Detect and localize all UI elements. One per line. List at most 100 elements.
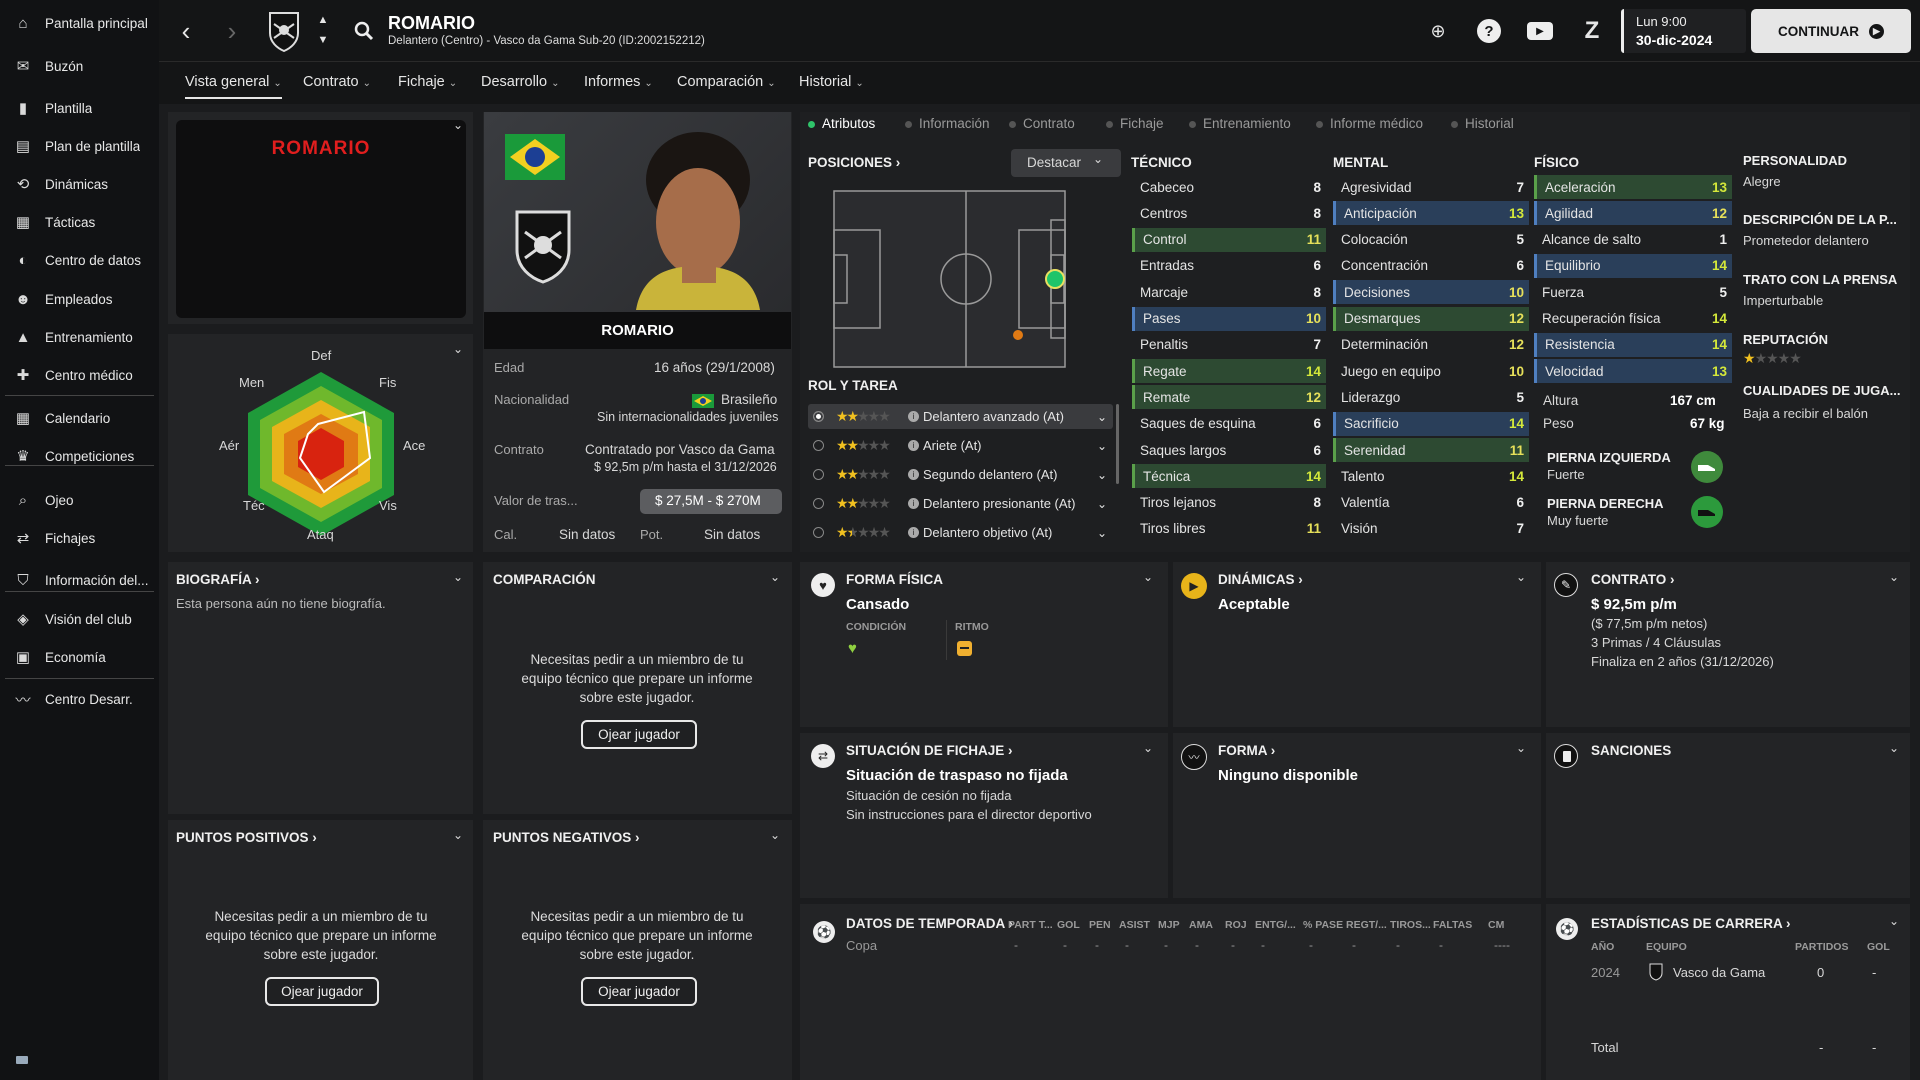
season-stats-title[interactable]: DATOS DE TEMPORADA › xyxy=(846,916,1013,931)
role-row-2[interactable]: ★★★★★ i Segundo delantero (At) ⌄ xyxy=(808,462,1113,487)
role-radio-icon[interactable] xyxy=(813,411,824,422)
info-tab-0[interactable]: Atributos xyxy=(808,116,875,131)
negatives-title[interactable]: PUNTOS NEGATIVOS › xyxy=(493,830,640,845)
role-row-3[interactable]: ★★★★★ i Delantero presionante (At) ⌄ xyxy=(808,491,1113,516)
role-row-0[interactable]: ★★★★★ i Delantero avanzado (At) ⌄ xyxy=(808,404,1113,429)
sidebar-item-14[interactable]: ⛉ Información del... xyxy=(0,561,159,599)
info-tab-2[interactable]: Contrato xyxy=(1009,116,1075,131)
sidebar-item-12[interactable]: ⌕ Ojeo xyxy=(0,481,159,519)
sidebar-item-6[interactable]: ◐ Centro de datos xyxy=(0,241,159,279)
biography-title[interactable]: BIOGRAFÍA › xyxy=(176,572,260,587)
info-tab-4[interactable]: Entrenamiento xyxy=(1189,116,1291,131)
dynamics-title[interactable]: DINÁMICAS › xyxy=(1218,572,1303,587)
role-chevron-icon[interactable]: ⌄ xyxy=(1097,497,1107,511)
comparison-scout-button[interactable]: Ojear jugador xyxy=(581,720,697,749)
world-icon[interactable]: ⊕ xyxy=(1427,20,1449,42)
form-chevron-icon[interactable]: ⌄ xyxy=(1516,741,1526,755)
sanctions-chevron-icon[interactable]: ⌄ xyxy=(1889,741,1899,755)
technical-attr-name: Marcaje xyxy=(1140,284,1189,300)
sidebar-item-17[interactable]: 〰 Centro Desarr. xyxy=(0,680,159,718)
tab-6[interactable]: Historial ⌄ xyxy=(799,74,864,90)
dynamics-chevron-icon[interactable]: ⌄ xyxy=(1516,570,1526,584)
roles-scrollbar[interactable] xyxy=(1116,404,1119,484)
sidebar-item-0[interactable]: ⌂ Pantalla principal xyxy=(0,4,159,42)
career-chevron-icon[interactable]: ⌄ xyxy=(1889,914,1899,928)
sidebar-item-8[interactable]: ▲ Entrenamiento xyxy=(0,318,159,356)
transfer-status-chevron-icon[interactable]: ⌄ xyxy=(1143,741,1153,755)
kit-dropdown-chevron-icon[interactable]: ⌄ xyxy=(453,118,463,132)
back-icon[interactable]: ‹ xyxy=(171,16,201,46)
player-traits-title: CUALIDADES DE JUGA... xyxy=(1743,383,1901,398)
negatives-scout-button[interactable]: Ojear jugador xyxy=(581,977,697,1006)
mental-attr-5: Desmarques 12 xyxy=(1333,306,1529,331)
role-radio-icon[interactable] xyxy=(813,527,824,538)
footer-icon[interactable] xyxy=(16,1056,28,1064)
pitch-diagram[interactable] xyxy=(833,190,1066,368)
contract-title[interactable]: CONTRATO › xyxy=(1591,572,1675,587)
transfer-status-title[interactable]: SITUACIÓN DE FICHAJE › xyxy=(846,743,1013,758)
tab-5[interactable]: Comparación ⌄ xyxy=(677,74,776,90)
role-chevron-icon[interactable]: ⌄ xyxy=(1097,410,1107,424)
positives-title[interactable]: PUNTOS POSITIVOS › xyxy=(176,830,317,845)
tab-3[interactable]: Desarrollo ⌄ xyxy=(481,74,559,90)
help-icon[interactable]: ? xyxy=(1477,19,1501,43)
negatives-chevron-icon[interactable]: ⌄ xyxy=(770,828,780,842)
role-radio-icon[interactable] xyxy=(813,440,824,451)
contract-chevron-icon[interactable]: ⌄ xyxy=(1889,570,1899,584)
tab-0[interactable]: Vista general ⌄ xyxy=(185,74,282,99)
info-tab-6[interactable]: Historial xyxy=(1451,116,1514,131)
info-tab-1[interactable]: Información xyxy=(905,116,990,131)
info-icon[interactable]: i xyxy=(908,469,919,480)
info-tab-3[interactable]: Fichaje xyxy=(1106,116,1164,131)
physical-attr-0: Aceleración 13 xyxy=(1534,175,1732,199)
sidebar-item-label: Ojeo xyxy=(45,492,74,508)
role-row-4[interactable]: ★★★★★ i Delantero objetivo (At) ⌄ xyxy=(808,520,1113,545)
sidebar-item-4[interactable]: ⟲ Dinámicas xyxy=(0,165,159,203)
positions-title[interactable]: POSICIONES › xyxy=(808,155,900,170)
role-chevron-icon[interactable]: ⌄ xyxy=(1097,468,1107,482)
sidebar-item-13[interactable]: ⇄ Fichajes xyxy=(0,519,159,557)
sidebar-item-3[interactable]: ▤ Plan de plantilla xyxy=(0,127,159,165)
info-icon[interactable]: i xyxy=(908,411,919,422)
info-icon[interactable]: i xyxy=(908,527,919,538)
forward-icon[interactable]: › xyxy=(217,16,247,46)
biography-chevron-icon[interactable]: ⌄ xyxy=(453,570,463,584)
continue-button[interactable]: CONTINUAR ▶ xyxy=(1751,9,1911,53)
z-icon[interactable]: Z xyxy=(1580,17,1604,44)
comparison-chevron-icon[interactable]: ⌄ xyxy=(770,570,780,584)
info-tab-5[interactable]: Informe médico xyxy=(1316,116,1423,131)
sidebar-item-5[interactable]: ▦ Tácticas xyxy=(0,203,159,241)
video-icon[interactable]: ▶ xyxy=(1527,22,1553,40)
fitness-chevron-icon[interactable]: ⌄ xyxy=(1143,570,1153,584)
sidebar-item-16[interactable]: ▣ Economía xyxy=(0,638,159,676)
info-icon[interactable]: i xyxy=(908,440,919,451)
role-chevron-icon[interactable]: ⌄ xyxy=(1097,439,1107,453)
career-row-team[interactable]: Vasco da Gama xyxy=(1673,965,1765,980)
card-icon xyxy=(1554,744,1578,768)
form-title[interactable]: FORMA › xyxy=(1218,743,1275,758)
role-radio-icon[interactable] xyxy=(813,469,824,480)
sidebar-item-15[interactable]: ◈ Visión del club xyxy=(0,600,159,638)
search-icon[interactable] xyxy=(353,20,375,42)
positives-scout-button[interactable]: Ojear jugador xyxy=(265,977,379,1006)
positives-chevron-icon[interactable]: ⌄ xyxy=(453,828,463,842)
role-chevron-icon[interactable]: ⌄ xyxy=(1097,526,1107,540)
club-crest-icon[interactable] xyxy=(267,10,301,52)
tab-1[interactable]: Contrato ⌄ xyxy=(303,74,371,90)
career-stats-title[interactable]: ESTADÍSTICAS DE CARRERA › xyxy=(1591,916,1791,931)
chevron-up-icon[interactable]: ▲ xyxy=(315,12,331,28)
sidebar-item-1[interactable]: ✉ Buzón xyxy=(0,47,159,85)
sidebar-item-10[interactable]: ▦ Calendario xyxy=(0,399,159,437)
tab-2[interactable]: Fichaje ⌄ xyxy=(398,74,457,90)
info-icon[interactable]: i xyxy=(908,498,919,509)
sidebar-divider xyxy=(5,678,154,679)
sidebar-item-9[interactable]: ✚ Centro médico xyxy=(0,356,159,394)
sidebar-item-11[interactable]: ♛ Competiciones xyxy=(0,437,159,475)
chevron-down-icon[interactable]: ▼ xyxy=(315,32,331,48)
tab-4[interactable]: Informes ⌄ xyxy=(584,74,653,90)
role-row-1[interactable]: ★★★★★ i Ariete (At) ⌄ xyxy=(808,433,1113,458)
role-radio-icon[interactable] xyxy=(813,498,824,509)
rhythm-indicator-icon xyxy=(957,641,972,656)
sidebar-item-7[interactable]: ☻ Empleados xyxy=(0,280,159,318)
sidebar-item-2[interactable]: ▮ Plantilla xyxy=(0,89,159,127)
